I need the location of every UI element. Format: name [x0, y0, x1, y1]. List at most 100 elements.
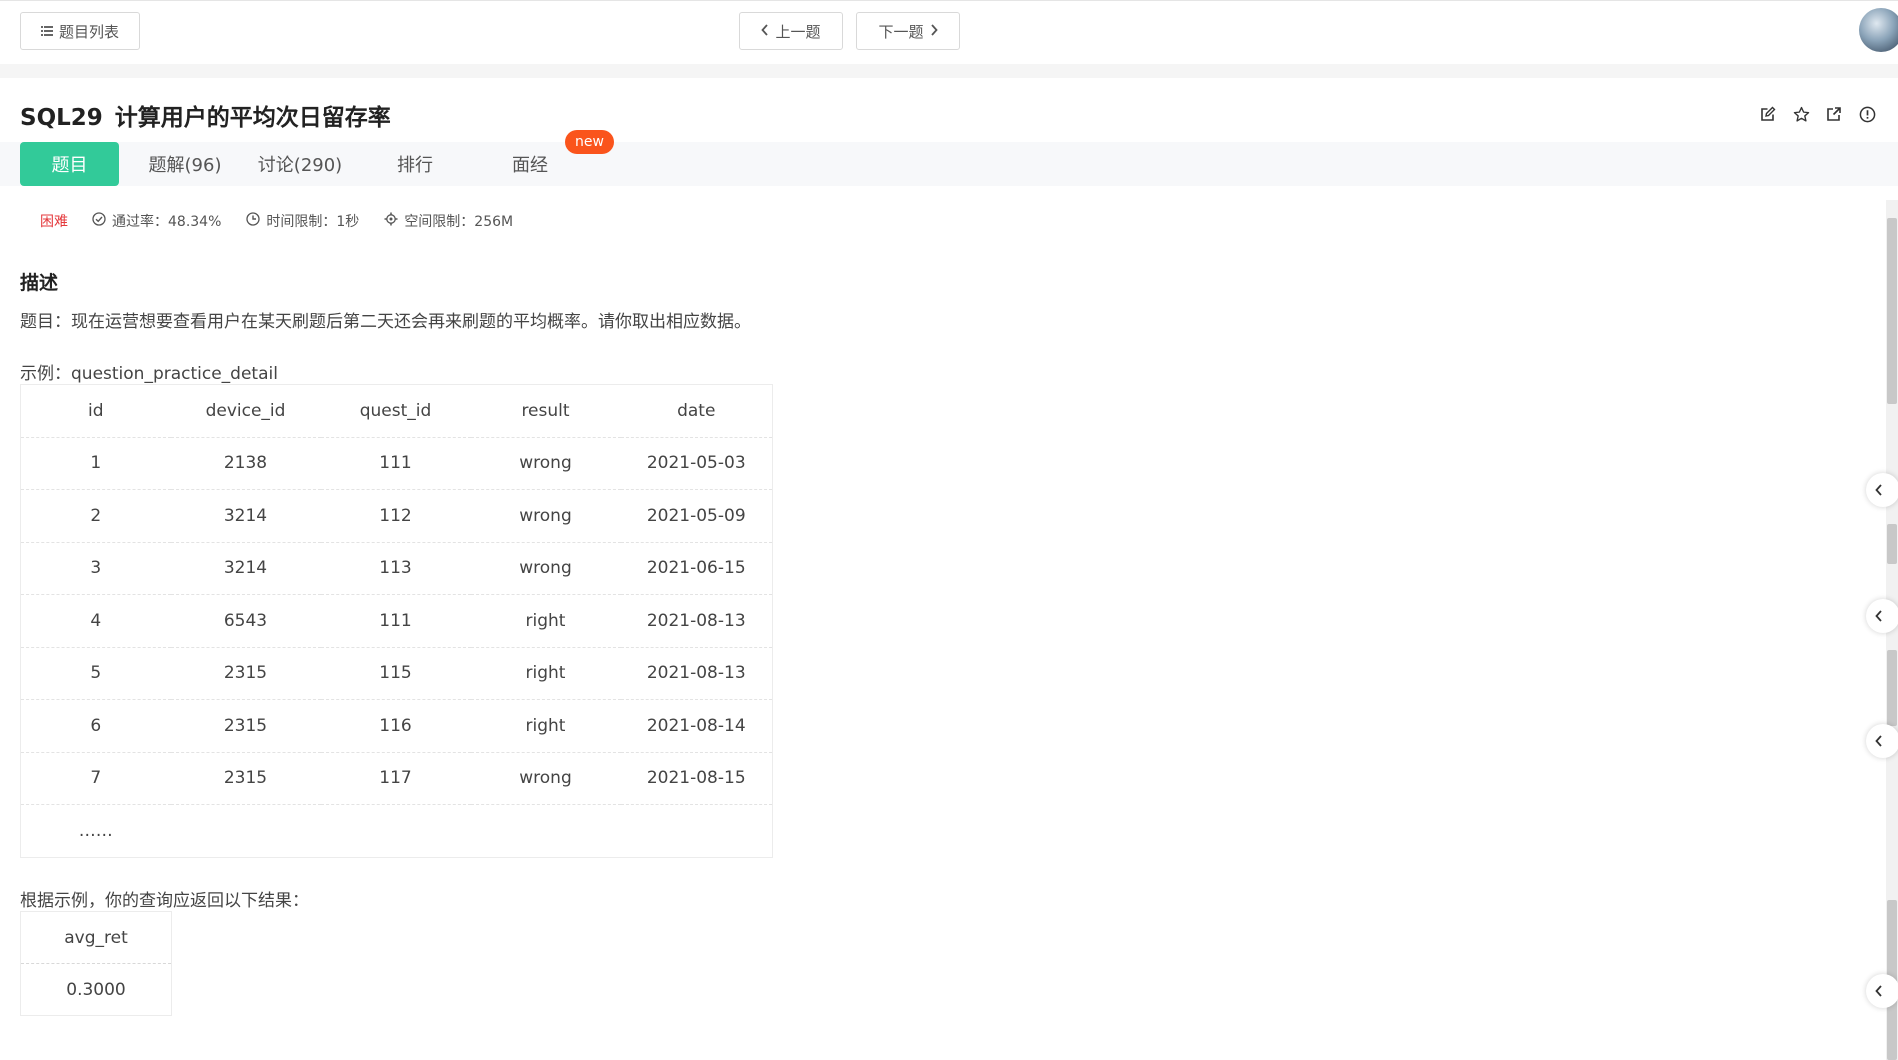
table-header-cell: quest_id — [359, 400, 432, 421]
result-table: avg_ret 0.3000 — [20, 911, 172, 1016]
table-cell: 117 — [320, 751, 471, 805]
table-header-cell: id — [87, 400, 104, 421]
table-header-cell: result — [521, 400, 570, 421]
collapse-panel-button[interactable] — [1866, 724, 1898, 758]
table-cell: right — [470, 646, 621, 700]
table-row: 5 2315 115 right 2021-08-13 — [20, 646, 773, 700]
edit-icon[interactable] — [1758, 104, 1778, 124]
title-toolbar — [1758, 104, 1877, 124]
table-cell: 2021-08-13 — [620, 594, 773, 647]
table-cell: 0.3000 — [20, 963, 172, 1016]
table-cell: 112 — [320, 489, 471, 542]
collapse-panel-button[interactable] — [1866, 599, 1898, 633]
table-row: 6 2315 116 right 2021-08-14 — [20, 699, 773, 752]
page-title: SQL29 计算用户的平均次日留存率 — [20, 98, 391, 132]
table-cell: wrong — [470, 489, 621, 542]
problem-list-label: 题目列表 — [58, 22, 119, 41]
report-icon[interactable] — [1857, 104, 1877, 124]
table-cell: 115 — [320, 646, 471, 700]
table-cell: 2138 — [170, 436, 321, 490]
time-limit: 时间限制：1秒 — [246, 211, 359, 231]
table-cell: 2315 — [170, 699, 321, 752]
table-cell: right — [470, 594, 621, 647]
list-icon — [40, 22, 53, 40]
table-row: 2 3214 112 wrong 2021-05-09 — [20, 489, 773, 542]
table-cell: 2021-08-14 — [620, 699, 773, 752]
table-cell: 6543 — [170, 594, 321, 647]
table-cell: wrong — [470, 436, 621, 490]
problem-list-button[interactable]: 题目列表 — [20, 12, 140, 50]
share-icon[interactable] — [1824, 104, 1844, 124]
table-cell: 6 — [20, 699, 171, 752]
avatar[interactable] — [1859, 8, 1898, 52]
tab-ranking[interactable]: 排行 — [370, 142, 460, 186]
table-cell: 2021-05-09 — [620, 489, 773, 542]
table-cell: 2 — [20, 489, 171, 542]
table-cell: right — [470, 699, 621, 752]
table-cell: wrong — [470, 751, 621, 805]
table-cell: 5 — [20, 646, 171, 700]
scrollbar-thumb[interactable] — [1887, 650, 1897, 726]
table-row: …… — [20, 804, 773, 857]
table-cell: 116 — [320, 699, 471, 752]
table-row: 0.3000 — [20, 963, 172, 1016]
header-separator — [0, 64, 1898, 78]
table-cell: 111 — [320, 594, 471, 647]
description-text: 题目：现在运营想要查看用户在某天刷题后第二天还会再来刷题的平均概率。请你取出相应… — [20, 312, 751, 332]
tab-problem[interactable]: 题目 — [20, 142, 119, 186]
table-cell: 2021-06-15 — [620, 541, 773, 595]
table-cell: 4 — [20, 594, 171, 647]
gear-icon — [384, 212, 398, 230]
scrollbar-thumb[interactable] — [1887, 524, 1897, 564]
table-cell: 3214 — [170, 489, 321, 542]
star-icon[interactable] — [1791, 104, 1811, 124]
chevron-right-icon — [930, 22, 938, 40]
tab-discussion[interactable]: 讨论(290) — [248, 142, 352, 186]
problem-meta: 困难 通过率：48.34% 时间限制：1秒 空间限制：256M — [40, 211, 538, 231]
table-header-cell: avg_ret — [64, 927, 128, 948]
table-cell: 2315 — [170, 646, 321, 700]
table-header-row: avg_ret — [21, 912, 172, 964]
tab-solutions[interactable]: 题解(96) — [135, 142, 235, 186]
table-cell: 2021-05-03 — [620, 436, 773, 490]
pass-rate-text: 通过率：48.34% — [112, 214, 222, 230]
chevron-left-icon — [1875, 607, 1883, 626]
scrollbar-thumb[interactable] — [1887, 218, 1897, 404]
table-row: 1 2138 111 wrong 2021-05-03 — [20, 436, 773, 490]
new-badge: new — [565, 130, 614, 154]
table-header-cell: date — [677, 400, 716, 421]
prev-problem-label: 上一题 — [775, 22, 821, 41]
table-header-row: id device_id quest_id result date — [21, 385, 773, 438]
chevron-left-icon — [761, 22, 769, 40]
clock-icon — [246, 212, 261, 230]
example-table: id device_id quest_id result date 1 2138… — [20, 384, 773, 858]
table-header-cell: device_id — [205, 400, 286, 421]
chevron-left-icon — [1875, 982, 1883, 1001]
prev-problem-button[interactable]: 上一题 — [739, 12, 843, 50]
example-label: 示例：question_practice_detail — [20, 364, 278, 384]
collapse-panel-button[interactable] — [1866, 974, 1898, 1008]
difficulty-label: 困难 — [40, 214, 68, 230]
table-cell: 2021-08-13 — [620, 646, 773, 700]
tab-interview[interactable]: 面经 — [485, 142, 575, 186]
space-limit: 空间限制：256M — [384, 211, 513, 231]
check-circle-icon — [92, 212, 106, 230]
pass-rate: 通过率：48.34% — [92, 211, 221, 231]
space-limit-text: 空间限制：256M — [404, 214, 514, 230]
table-cell: 1 — [20, 436, 171, 490]
chevron-left-icon — [1875, 732, 1883, 751]
table-cell: 7 — [20, 751, 171, 805]
table-cell: wrong — [470, 541, 621, 595]
table-cell: 3 — [20, 541, 171, 595]
problem-code: SQL29 — [20, 105, 103, 131]
next-problem-button[interactable]: 下一题 — [856, 12, 960, 50]
description-heading: 描述 — [20, 272, 59, 294]
result-label: 根据示例，你的查询应返回以下结果： — [20, 891, 309, 911]
problem-title: 计算用户的平均次日留存率 — [114, 105, 391, 131]
table-row: 7 2315 117 wrong 2021-08-15 — [20, 751, 773, 805]
table-ellipsis: …… — [20, 804, 171, 857]
table-cell: 113 — [320, 541, 471, 595]
collapse-panel-button[interactable] — [1866, 473, 1898, 507]
chevron-left-icon — [1875, 481, 1883, 500]
table-cell: 111 — [320, 436, 471, 490]
